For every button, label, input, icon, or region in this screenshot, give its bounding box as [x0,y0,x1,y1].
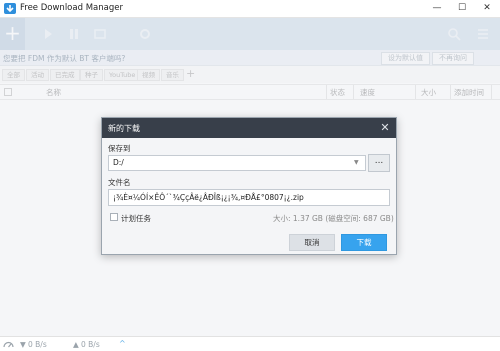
close-icon[interactable]: ✕ [378,121,392,135]
chevron-down-icon[interactable]: ▼ [354,159,359,166]
chevron-up-icon[interactable]: ^ [119,339,126,348]
download-button[interactable]: 下载 [341,234,387,251]
window-title: Free Download Manager [20,3,123,13]
new-download-dialog: 新的下载 ✕ 保存到 D:/ ▼ ... 文件名 ¡¾È¤¼ÓÍ×ÊÔ´`¾Çç… [101,117,397,255]
save-to-select[interactable]: D:/ ▼ [108,155,366,171]
file-name-label: 文件名 [108,178,131,187]
save-to-value: D:/ [113,158,124,167]
dialog-title: 新的下载 [108,124,140,133]
download-arrow-icon: ▼ [20,340,26,349]
schedule-label[interactable]: 计划任务 [121,213,151,224]
file-size-info: 大小: 1.37 GB (磁盘空间: 687 GB) [273,214,394,223]
file-name-input[interactable]: ¡¾È¤¼ÓÍ×ÊÔ´`¾ÇçÂë¿ÂÐÎß¡¿¡¾,¤ÐÅ£°0807¡¿.z… [108,189,390,206]
close-window-button[interactable]: ✕ [480,2,494,15]
dialog-header: 新的下载 ✕ [102,118,396,138]
download-speed: 0 B/s [28,340,47,349]
file-name-value: ¡¾È¤¼ÓÍ×ÊÔ´`¾ÇçÂë¿ÂÐÎß¡¿¡¾,¤ÐÅ£°0807¡¿.z… [113,193,304,202]
cancel-button[interactable]: 取消 [289,234,335,251]
fdm-logo-icon [4,3,16,14]
save-to-label: 保存到 [108,144,131,153]
title-bar: Free Download Manager — ☐ ✕ [0,0,500,18]
status-bar: ▼ 0 B/s ▲ 0 B/s ^ [0,336,500,351]
schedule-checkbox[interactable] [110,213,118,221]
upload-speed: 0 B/s [81,340,100,349]
speed-mode-icon[interactable] [3,340,14,348]
upload-arrow-icon: ▲ [73,340,79,349]
browse-folder-button[interactable]: ... [368,154,390,172]
maximize-button[interactable]: ☐ [455,2,469,15]
minimize-button[interactable]: — [430,2,444,15]
